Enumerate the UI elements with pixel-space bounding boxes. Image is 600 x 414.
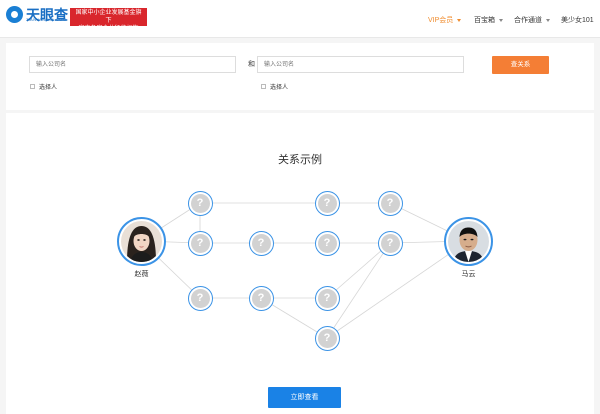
question-mark-icon: ? (251, 288, 271, 308)
question-mark-icon: ? (317, 233, 337, 253)
relation-graph-panel: 关系示例 赵薇 马云 ? ? ? ? ? ? ? ? ? ? ? 立即查看 (6, 113, 594, 414)
search-relation-button[interactable]: 查关系 (492, 56, 549, 74)
unknown-entity-node[interactable]: ? (188, 231, 213, 256)
unknown-entity-node[interactable]: ? (249, 231, 274, 256)
view-now-button[interactable]: 立即查看 (268, 387, 341, 408)
chevron-down-icon (546, 18, 550, 22)
question-mark-icon: ? (190, 233, 210, 253)
nav-toolbox-label: 百宝箱 (474, 17, 495, 24)
slogan-line-1: 国家中小企业发展基金旗下 (75, 10, 142, 24)
question-mark-icon: ? (380, 193, 400, 213)
checkbox-icon[interactable] (30, 84, 35, 89)
unknown-entity-node[interactable]: ? (315, 231, 340, 256)
select-person-checkbox-1[interactable]: 选择人 (30, 82, 57, 91)
chevron-down-icon (499, 18, 503, 22)
checkbox-icon[interactable] (261, 84, 266, 89)
logo-eye-icon (6, 6, 23, 23)
checkbox-label: 选择人 (39, 85, 58, 91)
nav-toolbox[interactable]: 百宝箱 (474, 15, 503, 25)
person-name-right: 马云 (461, 271, 476, 278)
person-avatar (121, 221, 162, 262)
nav-vip[interactable]: VIP会员 (428, 15, 462, 25)
select-person-checkbox-2[interactable]: 选择人 (261, 82, 288, 91)
slogan-line-2: 官方备案企业征信机构 (78, 26, 139, 32)
logo-subtext: TIANYANCHA.COM (26, 17, 67, 22)
person-name-left: 赵薇 (134, 271, 149, 278)
nav-vip-label: VIP会员 (428, 17, 454, 24)
unknown-entity-node[interactable]: ? (188, 191, 213, 216)
nav-cooperation-label: 合作通道 (514, 17, 542, 24)
unknown-entity-node[interactable]: ? (315, 286, 340, 311)
checkbox-label: 选择人 (270, 85, 289, 91)
question-mark-icon: ? (317, 288, 337, 308)
chevron-down-icon (457, 18, 462, 22)
question-mark-icon: ? (317, 193, 337, 213)
slogan-badge: 国家中小企业发展基金旗下 官方备案企业征信机构 (70, 8, 147, 32)
nav-user-label: 美少女101 (561, 17, 594, 24)
top-header: 天眼查 TIANYANCHA.COM 国家中小企业发展基金旗下 官方备案企业征信… (0, 0, 600, 38)
company-input-1[interactable] (29, 56, 236, 73)
unknown-entity-node[interactable]: ? (249, 286, 274, 311)
edge (326, 240, 469, 339)
unknown-entity-node[interactable]: ? (378, 231, 403, 256)
unknown-entity-node[interactable]: ? (315, 191, 340, 216)
and-label: 和 (248, 61, 255, 68)
unknown-entity-node[interactable]: ? (378, 191, 403, 216)
person-node-right[interactable] (444, 217, 493, 266)
question-mark-icon: ? (380, 233, 400, 253)
search-panel: 和 查关系 选择人 选择人 (6, 43, 594, 110)
nav-cooperation[interactable]: 合作通道 (514, 15, 550, 25)
question-mark-icon: ? (190, 193, 210, 213)
person-node-left[interactable] (117, 217, 166, 266)
question-mark-icon: ? (190, 288, 210, 308)
question-mark-icon: ? (251, 233, 271, 253)
question-mark-icon: ? (317, 328, 337, 348)
person-avatar (448, 221, 489, 262)
unknown-entity-node[interactable]: ? (188, 286, 213, 311)
company-input-2[interactable] (257, 56, 464, 73)
graph-edges (140, 202, 469, 339)
nav-user[interactable]: 美少女101 (561, 15, 594, 25)
unknown-entity-node[interactable]: ? (315, 326, 340, 351)
